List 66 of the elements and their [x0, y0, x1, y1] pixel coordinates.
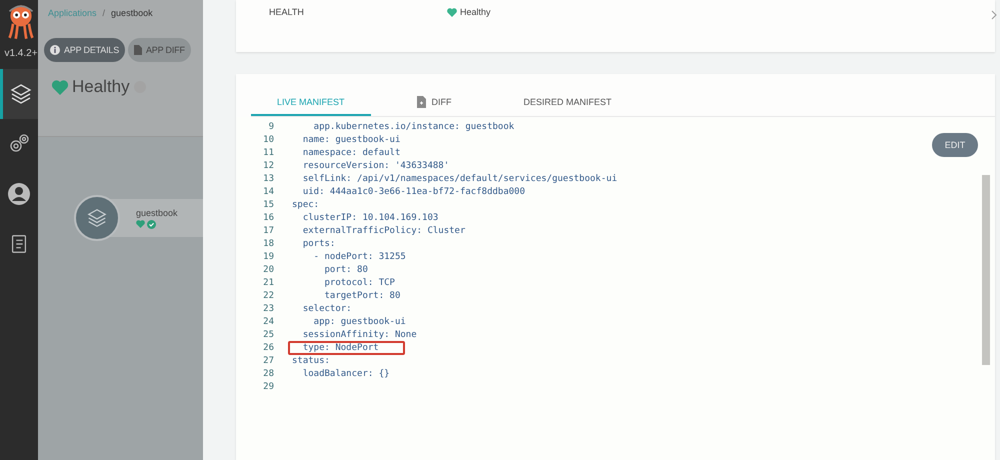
code-line: status: [291, 354, 331, 368]
line-number: 9 [268, 122, 274, 132]
node-name: guestbook [136, 208, 178, 218]
line-number: 27 [262, 356, 274, 366]
code-line: targetPort: 80 [324, 290, 402, 302]
code-line: name: guestbook-ui [302, 134, 402, 146]
app-tab-button[interactable]: APP DETAILS [44, 38, 125, 62]
code-line: namespace: default [302, 146, 402, 160]
line-number: 16 [262, 212, 274, 222]
line-number: 23 [262, 304, 274, 314]
code-line: resourceVersion: '43633488' [302, 160, 450, 172]
heart-icon [52, 80, 68, 94]
heart-icon [447, 8, 457, 16]
code-line: loadBalancer: {} [302, 368, 391, 380]
line-number: 15 [262, 200, 274, 210]
code-line: selfLink: /api/v1/namespaces/default/services/guestbook-ui [302, 172, 618, 186]
app-tab-button[interactable]: APP DIFF [128, 38, 191, 62]
health-value: Healthy [460, 7, 491, 17]
breadcrumb-separator: / [102, 8, 106, 18]
code-line: spec: [291, 198, 320, 212]
code-line: uid: 444aa1c0-3e66-11ea-bf72-facf8ddba000 [302, 186, 526, 198]
code-line: clusterIP: 10.104.169.103 [302, 212, 440, 224]
line-number: 18 [262, 238, 274, 248]
check-circle-icon [147, 220, 156, 228]
line-number: 20 [262, 264, 274, 274]
info-icon [50, 45, 60, 55]
code-line: - nodePort: 31255 [312, 250, 407, 264]
code-line: externalTrafficPolicy: Cluster [302, 224, 466, 238]
code-line: app: guestbook-ui [312, 316, 407, 328]
file-icon [416, 96, 426, 108]
line-number: 24 [262, 316, 274, 326]
line-number: 11 [262, 148, 274, 158]
code-line: ports: [302, 238, 336, 250]
code-line: port: 80 [324, 264, 369, 276]
line-number: 21 [262, 278, 274, 288]
line-number: 14 [262, 186, 274, 196]
line-number: 10 [262, 134, 274, 144]
code-line: selector: [302, 302, 353, 316]
health-status: Healthy [72, 77, 130, 97]
file-icon [134, 45, 142, 55]
octopus-logo-icon[interactable] [6, 4, 36, 40]
edit-button[interactable]: EDIT [932, 133, 978, 157]
line-number: 26 [262, 342, 274, 352]
heart-icon [136, 220, 145, 228]
line-number: 25 [262, 330, 274, 340]
line-number: 29 [262, 382, 274, 392]
nav-item[interactable] [0, 69, 38, 119]
line-number: 28 [262, 368, 274, 378]
version-label: v1.4.2+ [4, 48, 38, 59]
breadcrumb-item: guestbook [111, 8, 153, 18]
layers-icon [8, 82, 32, 106]
code-line: protocol: TCP [324, 276, 396, 290]
health-label: HEALTH [269, 7, 305, 17]
line-number: 12 [262, 160, 274, 170]
code-line: app.kubernetes.io/instance: guestbook [312, 120, 516, 134]
layers-icon [86, 207, 108, 229]
line-number: 19 [262, 252, 274, 262]
manifest-tab[interactable]: DESIRED MANIFEST [498, 90, 638, 116]
line-number: 13 [262, 174, 274, 184]
scrollbar-thumb[interactable] [982, 175, 990, 365]
manifest-tab[interactable]: DIFF [390, 90, 478, 116]
code-line: sessionAffinity: None [302, 328, 418, 342]
line-number: 22 [262, 290, 274, 300]
chevron-right-icon[interactable] [991, 10, 997, 20]
line-number: 17 [262, 226, 274, 236]
user-icon [7, 182, 31, 206]
